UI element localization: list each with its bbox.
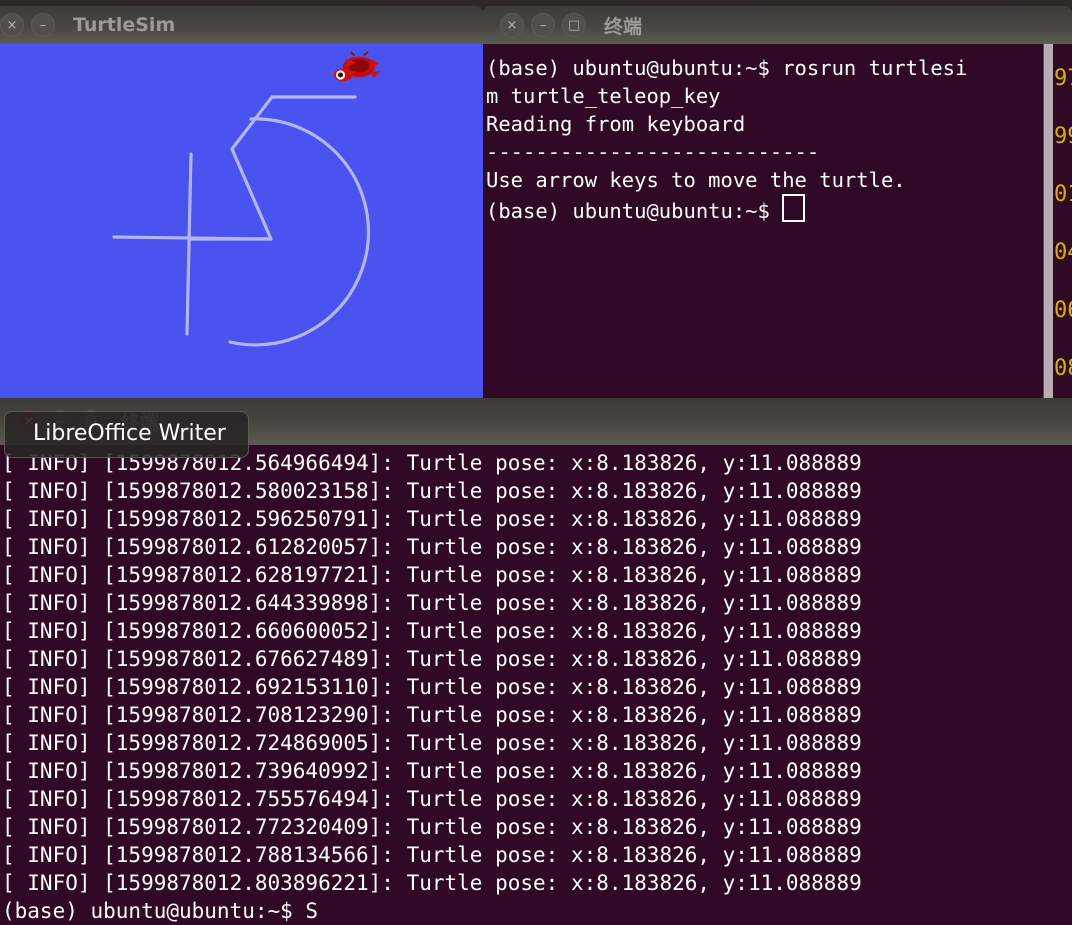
terminal-line-fragment: 06 xyxy=(1054,298,1072,323)
log-line: [ INFO] [1599878012.692153110]: Turtle p… xyxy=(2,675,862,699)
terminal-bottom-window[interactable]: × – □ 终端 [ INFO] [1599878012.564966494]:… xyxy=(0,398,1072,925)
terminal-line-fragment: 99 xyxy=(1054,124,1072,149)
terminal-prompt-line: (base) ubuntu@ubuntu:~$ xyxy=(486,194,1043,225)
log-line: [ INFO] [1599878012.755576494]: Turtle p… xyxy=(2,787,862,811)
log-line: [ INFO] [1599878012.724869005]: Turtle p… xyxy=(2,731,862,755)
minimize-icon: – xyxy=(39,17,47,33)
terminal-top-titlebar[interactable]: × – □ 终端 xyxy=(483,6,1072,44)
turtlesim-canvas[interactable] xyxy=(0,44,483,398)
log-line: [ INFO] [1599878012.676627489]: Turtle p… xyxy=(2,647,862,671)
log-line: [ INFO] [1599878012.612820057]: Turtle p… xyxy=(2,535,862,559)
terminal-line: Use arrow keys to move the turtle. xyxy=(486,168,906,192)
turtlesim-titlebar[interactable]: × – TurtleSim xyxy=(0,6,483,44)
close-icon: × xyxy=(506,17,518,33)
maximize-icon: □ xyxy=(567,17,581,33)
terminal-prompt-line: (base) ubuntu@ubuntu:~$ S xyxy=(2,899,319,923)
terminal-top-title: 终端 xyxy=(604,15,643,38)
log-line: [ INFO] [1599878012.580023158]: Turtle p… xyxy=(2,479,862,503)
terminal-line: (base) ubuntu@ubuntu:~$ rosrun turtlesi xyxy=(486,56,968,80)
terminal-prompt: (base) ubuntu@ubuntu:~$ xyxy=(486,199,783,223)
terminal-top-window-controls: × – □ xyxy=(500,13,586,37)
log-line: [ INFO] [1599878012.803896221]: Turtle p… xyxy=(2,871,862,895)
terminal-right-edge-window[interactable]: 97 99 01 04 06 08 xyxy=(1053,44,1072,398)
libreoffice-writer-tooltip: LibreOffice Writer xyxy=(4,411,249,458)
turtle-path-drawing xyxy=(112,51,381,347)
log-line: [ INFO] [1599878012.772320409]: Turtle p… xyxy=(2,815,862,839)
log-line: [ INFO] [1599878012.708123290]: Turtle p… xyxy=(2,703,862,727)
turtle-sprite xyxy=(333,51,381,82)
log-line: [ INFO] [1599878012.628197721]: Turtle p… xyxy=(2,563,862,587)
log-line: [ INFO] [1599878012.739640992]: Turtle p… xyxy=(2,759,862,783)
close-icon: × xyxy=(6,17,18,33)
turtlesim-title: TurtleSim xyxy=(73,14,176,36)
turtlesim-window-controls: × – xyxy=(0,13,55,37)
terminal-bottom-output[interactable]: [ INFO] [1599878012.564966494]: Turtle p… xyxy=(0,445,1072,925)
terminal-line: Reading from keyboard xyxy=(486,112,746,136)
terminal-top-maximize-button[interactable]: □ xyxy=(562,13,586,37)
terminal-line-fragment: 04 xyxy=(1054,240,1072,265)
log-line: [ INFO] [1599878012.644339898]: Turtle p… xyxy=(2,591,862,615)
log-line: [ INFO] [1599878012.660600052]: Turtle p… xyxy=(2,619,862,643)
desktop-root: × – TurtleSim × – □ 终端 (base) ubuntu@ubu… xyxy=(0,0,1072,925)
terminal-line-fragment: 97 xyxy=(1054,66,1072,91)
turtlesim-window[interactable]: × – TurtleSim xyxy=(0,6,483,398)
tooltip-label: LibreOffice Writer xyxy=(33,421,226,446)
terminal-top-close-button[interactable]: × xyxy=(500,13,524,37)
log-line: [ INFO] [1599878012.788134566]: Turtle p… xyxy=(2,843,862,867)
terminal-line-fragment: 08 xyxy=(1054,356,1072,381)
terminal-top-minimize-button[interactable]: – xyxy=(531,13,555,37)
terminal-cursor xyxy=(782,194,806,222)
terminal-top-output[interactable]: (base) ubuntu@ubuntu:~$ rosrun turtlesi … xyxy=(483,44,1043,398)
turtlesim-close-button[interactable]: × xyxy=(0,13,24,37)
minimize-icon: – xyxy=(539,17,547,33)
terminal-line-fragment: 01 xyxy=(1054,182,1072,207)
turtlesim-minimize-button[interactable]: – xyxy=(31,13,55,37)
log-line: [ INFO] [1599878012.596250791]: Turtle p… xyxy=(2,507,862,531)
terminal-line: --------------------------- xyxy=(486,140,820,164)
terminal-top-window[interactable]: × – □ 终端 (base) ubuntu@ubuntu:~$ rosrun … xyxy=(483,6,1072,398)
terminal-line: m turtle_teleop_key xyxy=(486,84,721,108)
